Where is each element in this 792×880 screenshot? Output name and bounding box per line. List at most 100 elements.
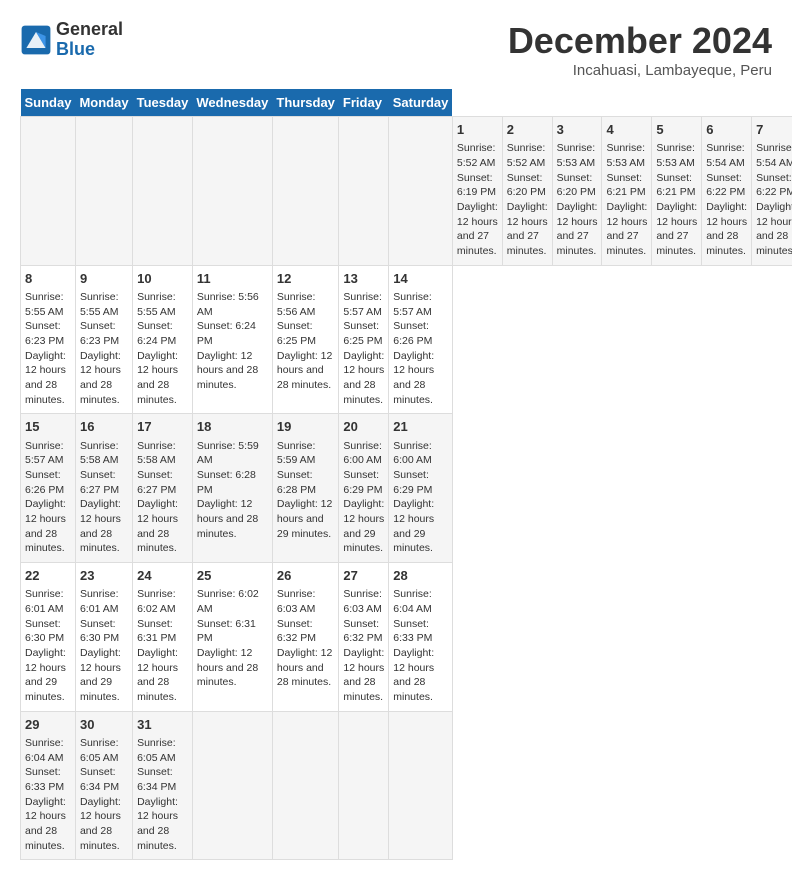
calendar-cell: 27Sunrise: 6:03 AMSunset: 6:32 PMDayligh… [339,563,389,712]
daylight-text: Daylight: 12 hours and 28 minutes. [706,200,747,259]
daylight-text: Daylight: 12 hours and 28 minutes. [80,497,128,556]
day-number: 4 [606,121,647,139]
daylight-text: Daylight: 12 hours and 27 minutes. [656,200,697,259]
sunset-text: Sunset: 6:29 PM [393,468,448,497]
daylight-text: Daylight: 12 hours and 27 minutes. [557,200,598,259]
calendar-cell: 8Sunrise: 5:55 AMSunset: 6:23 PMDaylight… [21,265,76,414]
daylight-text: Daylight: 12 hours and 29 minutes. [343,497,384,556]
calendar-cell [192,117,272,266]
sunrise-text: Sunrise: 5:56 AM [197,290,268,319]
sunset-text: Sunset: 6:21 PM [656,171,697,200]
sunrise-text: Sunrise: 6:04 AM [25,736,71,765]
calendar-cell: 30Sunrise: 6:05 AMSunset: 6:34 PMDayligh… [75,711,132,860]
sunset-text: Sunset: 6:21 PM [606,171,647,200]
calendar-cell [75,117,132,266]
day-number: 13 [343,270,384,288]
sunrise-text: Sunrise: 5:59 AM [197,439,268,468]
calendar-cell: 22Sunrise: 6:01 AMSunset: 6:30 PMDayligh… [21,563,76,712]
calendar-cell: 17Sunrise: 5:58 AMSunset: 6:27 PMDayligh… [133,414,193,563]
daylight-text: Daylight: 12 hours and 28 minutes. [197,497,268,541]
daylight-text: Daylight: 12 hours and 29 minutes. [277,497,335,541]
header-tuesday: Tuesday [133,89,193,117]
sunset-text: Sunset: 6:26 PM [25,468,71,497]
week-row-1: 1Sunrise: 5:52 AMSunset: 6:19 PMDaylight… [21,117,792,266]
calendar-cell: 3Sunrise: 5:53 AMSunset: 6:20 PMDaylight… [552,117,602,266]
calendar-cell: 19Sunrise: 5:59 AMSunset: 6:28 PMDayligh… [272,414,339,563]
calendar-cell: 6Sunrise: 5:54 AMSunset: 6:22 PMDaylight… [702,117,752,266]
week-row-4: 22Sunrise: 6:01 AMSunset: 6:30 PMDayligh… [21,563,792,712]
header-sunday: Sunday [21,89,76,117]
sunset-text: Sunset: 6:28 PM [197,468,268,497]
calendar-cell [192,711,272,860]
day-number: 25 [197,567,268,585]
calendar-cell [339,117,389,266]
daylight-text: Daylight: 12 hours and 28 minutes. [25,795,71,854]
sunrise-text: Sunrise: 6:00 AM [343,439,384,468]
title-block: December 2024 Incahuasi, Lambayeque, Per… [508,20,772,79]
logo-blue: Blue [56,40,123,60]
daylight-text: Daylight: 12 hours and 28 minutes. [137,349,188,408]
calendar-cell [133,117,193,266]
calendar-cell: 28Sunrise: 6:04 AMSunset: 6:33 PMDayligh… [389,563,453,712]
logo-icon [20,24,52,56]
day-number: 27 [343,567,384,585]
calendar-cell [389,117,453,266]
day-number: 26 [277,567,335,585]
day-number: 24 [137,567,188,585]
daylight-text: Daylight: 12 hours and 28 minutes. [343,349,384,408]
calendar-cell: 1Sunrise: 5:52 AMSunset: 6:19 PMDaylight… [452,117,502,266]
daylight-text: Daylight: 12 hours and 28 minutes. [393,646,448,705]
logo: General Blue [20,20,123,60]
week-row-5: 29Sunrise: 6:04 AMSunset: 6:33 PMDayligh… [21,711,792,860]
sunrise-text: Sunrise: 6:03 AM [343,587,384,616]
daylight-text: Daylight: 12 hours and 28 minutes. [80,349,128,408]
sunset-text: Sunset: 6:31 PM [137,617,188,646]
sunset-text: Sunset: 6:20 PM [557,171,598,200]
sunrise-text: Sunrise: 5:55 AM [80,290,128,319]
day-number: 1 [457,121,498,139]
sunrise-text: Sunrise: 6:05 AM [137,736,188,765]
week-row-2: 8Sunrise: 5:55 AMSunset: 6:23 PMDaylight… [21,265,792,414]
day-number: 8 [25,270,71,288]
day-number: 17 [137,418,188,436]
day-number: 20 [343,418,384,436]
sunrise-text: Sunrise: 6:02 AM [137,587,188,616]
calendar-cell [339,711,389,860]
daylight-text: Daylight: 12 hours and 28 minutes. [137,497,188,556]
calendar-cell: 2Sunrise: 5:52 AMSunset: 6:20 PMDaylight… [502,117,552,266]
sunset-text: Sunset: 6:20 PM [507,171,548,200]
header-friday: Friday [339,89,389,117]
header-row: SundayMondayTuesdayWednesdayThursdayFrid… [21,89,792,117]
calendar-cell [389,711,453,860]
daylight-text: Daylight: 12 hours and 28 minutes. [343,646,384,705]
sunset-text: Sunset: 6:19 PM [457,171,498,200]
daylight-text: Daylight: 12 hours and 28 minutes. [25,497,71,556]
page-header: General Blue December 2024 Incahuasi, La… [20,20,772,79]
sunrise-text: Sunrise: 5:53 AM [656,141,697,170]
sunset-text: Sunset: 6:24 PM [137,319,188,348]
calendar-cell: 4Sunrise: 5:53 AMSunset: 6:21 PMDaylight… [602,117,652,266]
sunrise-text: Sunrise: 6:01 AM [25,587,71,616]
sunset-text: Sunset: 6:25 PM [277,319,335,348]
sunrise-text: Sunrise: 5:56 AM [277,290,335,319]
sunrise-text: Sunrise: 6:03 AM [277,587,335,616]
sunset-text: Sunset: 6:22 PM [706,171,747,200]
sunrise-text: Sunrise: 5:57 AM [343,290,384,319]
calendar-cell: 24 Sunrise: 6:02 AMSunset: 6:31 PMDayligh… [133,563,193,712]
sunrise-text: Sunrise: 5:59 AM [277,439,335,468]
sunset-text: Sunset: 6:31 PM [197,617,268,646]
sunrise-text: Sunrise: 5:58 AM [137,439,188,468]
day-number: 21 [393,418,448,436]
calendar-cell: 20Sunrise: 6:00 AMSunset: 6:29 PMDayligh… [339,414,389,563]
calendar-cell: 7Sunrise: 5:54 AMSunset: 6:22 PMDaylight… [752,117,792,266]
daylight-text: Daylight: 12 hours and 28 minutes. [197,646,268,690]
calendar-cell: 25Sunrise: 6:02 AMSunset: 6:31 PMDayligh… [192,563,272,712]
day-number: 29 [25,716,71,734]
sunrise-text: Sunrise: 6:04 AM [393,587,448,616]
sunrise-text: Sunrise: 5:57 AM [393,290,448,319]
day-number: 15 [25,418,71,436]
calendar-cell: 21Sunrise: 6:00 AMSunset: 6:29 PMDayligh… [389,414,453,563]
sunrise-text: Sunrise: 5:54 AM [756,141,792,170]
daylight-text: Daylight: 12 hours and 28 minutes. [137,646,188,705]
day-number: 6 [706,121,747,139]
